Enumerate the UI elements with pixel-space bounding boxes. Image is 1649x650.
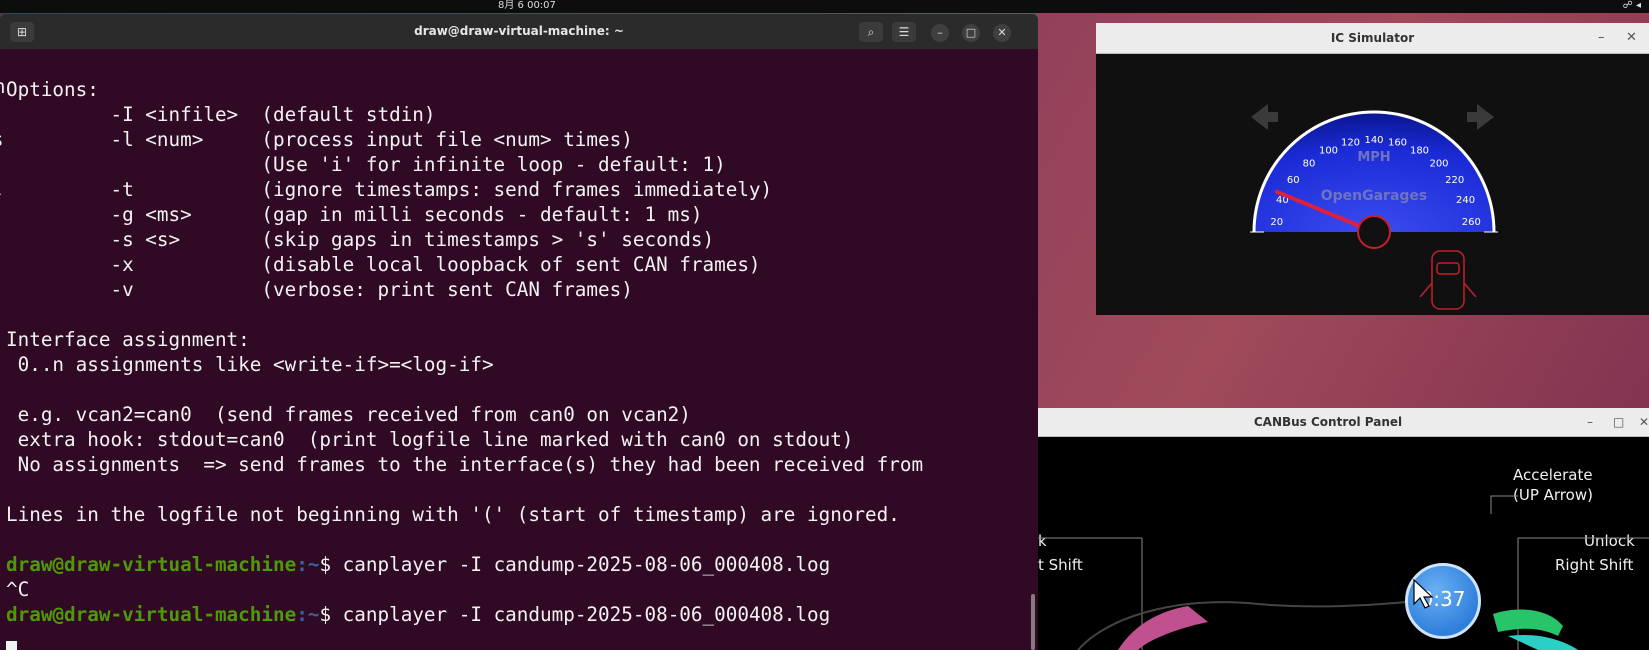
mouse-pointer-icon xyxy=(1413,578,1434,609)
terminal-scrollbar[interactable] xyxy=(1031,594,1035,650)
output-line: -I <infile> (default stdin) xyxy=(6,103,436,126)
prompt-line: draw@draw-virtual-machine:~$ canplayer -… xyxy=(6,603,830,627)
output-line: -l <num> (process input file <num> times… xyxy=(6,128,633,151)
prompt-user: draw@draw-virtual-machine xyxy=(6,553,297,576)
search-icon[interactable]: ⌕ xyxy=(859,22,883,42)
speed-tick-label: 220 xyxy=(1445,175,1464,186)
interrupt-line: ^C xyxy=(6,578,30,601)
canbus-panel-header: CANBus Control Panel – □ ✕ xyxy=(1038,408,1649,437)
command-text: canplayer -I candump-2025-08-06_000408.l… xyxy=(342,603,831,626)
menu-icon[interactable]: ☰ xyxy=(892,22,916,42)
terminal-header: ⊞ draw@draw-virtual-machine: ~ ⌕ ☰ – □ ✕ xyxy=(0,14,1038,49)
output-line: -v (verbose: print sent CAN frames) xyxy=(6,278,633,301)
speed-tick-label: 260 xyxy=(1462,217,1481,228)
speedometer-dial xyxy=(1254,112,1494,232)
minimize-icon[interactable]: – xyxy=(931,24,949,42)
left-turn-signal-icon xyxy=(1251,104,1278,130)
brand-label: OpenGarages xyxy=(1321,188,1428,204)
right-turn-signal-icon xyxy=(1467,104,1494,130)
close-icon[interactable]: ✕ xyxy=(1639,408,1649,436)
car-door-status-icon xyxy=(1419,250,1477,310)
speed-tick-label: 200 xyxy=(1429,158,1448,169)
output-line: -s <s> (skip gaps in timestamps > 's' se… xyxy=(6,228,715,251)
speed-tick-label: 80 xyxy=(1303,158,1316,169)
terminal-window[interactable]: ⊞ draw@draw-virtual-machine: ~ ⌕ ☰ – □ ✕… xyxy=(0,14,1038,650)
ic-simulator-window[interactable]: IC Simulator – ✕ 20 40 60 80 100 120 140 160 180… xyxy=(1096,23,1649,315)
output-line: 0..n assignments like <write-if>=<log-if… xyxy=(6,353,494,376)
output-line: -g <ms> (gap in milli seconds - default:… xyxy=(6,203,703,226)
close-icon[interactable]: ✕ xyxy=(993,24,1011,42)
needle-hub xyxy=(1357,215,1391,249)
output-line: e.g. vcan2=can0 (send frames received fr… xyxy=(6,403,691,426)
ic-simulator-title: IC Simulator xyxy=(1330,31,1415,45)
minimize-icon[interactable]: – xyxy=(1587,408,1593,436)
prompt-line: draw@draw-virtual-machine:~$ canplayer -… xyxy=(6,553,830,577)
prompt-path: :~ xyxy=(296,603,320,626)
output-line: Lines in the logfile not beginning with … xyxy=(6,503,900,526)
maximize-icon[interactable]: □ xyxy=(962,24,980,42)
speed-tick-label: 180 xyxy=(1410,146,1429,157)
prompt-sign: $ xyxy=(319,603,343,626)
speed-tick-label: 100 xyxy=(1319,146,1338,157)
background-window-fragment: l xyxy=(0,178,2,200)
system-top-bar: 8月 6 00:07 ☍ ◂ xyxy=(0,0,1649,13)
output-line: (Use 'i' for infinite loop - default: 1) xyxy=(6,153,726,176)
terminal-output[interactable]: Options: -I <infile> (default stdin) -l … xyxy=(6,78,1026,650)
background-window-fragment: n xyxy=(0,76,5,98)
speed-tick-label: 140 xyxy=(1364,135,1383,146)
text-cursor xyxy=(6,641,17,650)
system-clock[interactable]: 8月 6 00:07 xyxy=(498,0,556,12)
speedometer-canvas: 20406080100120 140 160180200220240260 MPH … xyxy=(1250,104,1498,310)
system-tray[interactable]: ☍ ◂ xyxy=(1623,0,1641,12)
left-tail-light xyxy=(1118,606,1208,650)
output-line: -x (disable local loopback of sent CAN f… xyxy=(6,253,761,276)
maximize-icon[interactable]: □ xyxy=(1613,408,1624,436)
output-line: Interface assignment: xyxy=(6,328,250,351)
output-line: extra hook: stdout=can0 (print logfile l… xyxy=(6,428,854,451)
car-graphic xyxy=(1038,495,1649,650)
prompt-path: :~ xyxy=(296,553,320,576)
command-text: canplayer -I candump-2025-08-06_000408.l… xyxy=(342,553,831,576)
speed-tick-label: 240 xyxy=(1456,195,1475,206)
output-line: No assignments => send frames to the int… xyxy=(6,453,924,476)
speed-tick-label: 160 xyxy=(1388,138,1407,149)
speed-unit: MPH xyxy=(1357,150,1390,165)
ic-simulator-header: IC Simulator – ✕ xyxy=(1096,23,1649,54)
close-icon[interactable]: ✕ xyxy=(1626,23,1637,53)
background-window-fragment: s xyxy=(0,129,3,151)
speed-tick-label: 120 xyxy=(1341,138,1360,149)
speed-tick-label: 60 xyxy=(1287,175,1300,186)
output-line: Options: xyxy=(6,78,99,101)
prompt-user: draw@draw-virtual-machine xyxy=(6,603,297,626)
canbus-control-panel-window[interactable]: CANBus Control Panel – □ ✕ Accelerate (U… xyxy=(1038,408,1649,650)
right-indicator-light xyxy=(1493,609,1563,636)
background-window-fragment: ) xyxy=(0,154,3,176)
canbus-panel-title: CANBus Control Panel xyxy=(1253,415,1403,429)
speed-tick-label: 20 xyxy=(1270,217,1283,228)
output-line: -t (ignore timestamps: send frames immed… xyxy=(6,178,773,201)
minimize-icon[interactable]: – xyxy=(1598,23,1605,53)
prompt-sign: $ xyxy=(319,553,343,576)
